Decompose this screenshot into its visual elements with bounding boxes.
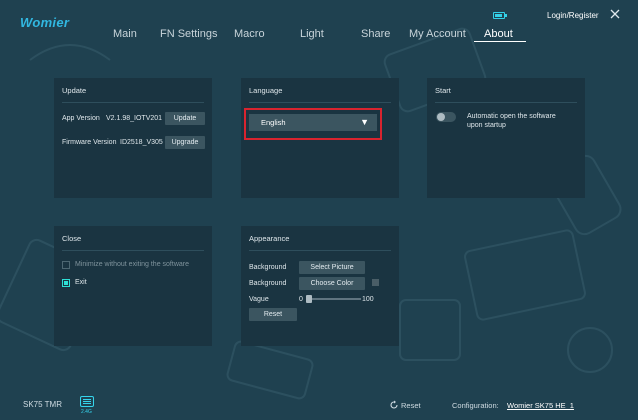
auto-open-label-line1: Automatic open the software (467, 113, 556, 120)
start-panel: Start Automatic open the software upon s… (427, 78, 585, 198)
language-title: Language (249, 86, 283, 95)
appearance-panel: Appearance Background Select Picture Bac… (241, 226, 399, 346)
auto-open-label-line2: upon startup (467, 122, 506, 129)
vague-max: 100 (362, 296, 374, 303)
tab-fn-settings[interactable]: FN Settings (160, 28, 217, 40)
divider (62, 102, 204, 103)
footer: SK75 TMR 2.4G Reset Configuration: Womie… (0, 390, 638, 420)
configuration-label: Configuration: (452, 401, 499, 410)
reset-link[interactable]: Reset (401, 401, 421, 410)
background-color-label: Background (249, 280, 287, 287)
app-version-label: App Version (62, 115, 100, 122)
select-picture-button[interactable]: Select Picture (299, 261, 365, 274)
minimize-label: Minimize without exiting the software (75, 261, 189, 268)
vague-label: Vague (249, 296, 269, 303)
divider (62, 250, 204, 251)
upgrade-button[interactable]: Upgrade (165, 136, 205, 149)
update-button[interactable]: Update (165, 112, 205, 125)
vague-slider-handle[interactable] (306, 295, 312, 303)
login-register-link[interactable]: Login/Register (547, 11, 599, 20)
auto-open-toggle[interactable] (436, 112, 456, 122)
vague-slider[interactable] (306, 298, 361, 300)
tab-about[interactable]: About (484, 28, 513, 40)
close-icon[interactable] (609, 8, 621, 20)
choose-color-button[interactable]: Choose Color (299, 277, 365, 290)
close-title: Close (62, 234, 82, 243)
exit-label: Exit (75, 279, 87, 286)
tab-light[interactable]: Light (300, 28, 324, 40)
connection-badge: 2.4G (81, 409, 92, 415)
divider (249, 250, 391, 251)
configuration-value[interactable]: Womier SK75 HE_1 (507, 401, 574, 410)
background-label: Background (249, 264, 287, 271)
header: Womier Main FN Settings Macro Light Shar… (0, 0, 638, 46)
appearance-title: Appearance (249, 234, 290, 243)
tab-macro[interactable]: Macro (234, 28, 265, 40)
active-tab-indicator (474, 41, 526, 42)
caret-down-icon: ▼ (360, 117, 369, 127)
close-panel: Close Minimize without exiting the softw… (54, 226, 212, 346)
firmware-version-label: Firmware Version (62, 139, 117, 146)
reset-icon[interactable] (389, 400, 399, 410)
language-selected-value: English (261, 118, 286, 127)
background-decoration (0, 0, 638, 420)
divider (249, 102, 391, 103)
womier-logo: Womier (20, 15, 70, 30)
update-panel: Update App Version V2.1.98_IOTV201 Updat… (54, 78, 212, 198)
start-title: Start (435, 86, 451, 95)
language-select[interactable]: English ▼ (249, 114, 377, 131)
update-title: Update (62, 86, 87, 95)
exit-checkbox[interactable] (62, 279, 70, 287)
minimize-checkbox[interactable] (62, 261, 70, 269)
tab-my-account[interactable]: My Account (409, 28, 466, 40)
reset-appearance-button[interactable]: Reset (249, 308, 297, 321)
tab-main[interactable]: Main (113, 28, 137, 40)
color-swatch[interactable] (372, 279, 379, 286)
divider (435, 102, 577, 103)
keyboard-icon[interactable] (80, 396, 94, 407)
tab-share[interactable]: Share (361, 28, 390, 40)
app-version-value: V2.1.98_IOTV201 (106, 115, 163, 122)
device-name: SK75 TMR (23, 400, 62, 409)
firmware-version-value: ID2518_V305 (120, 139, 163, 146)
vague-min: 0 (299, 296, 303, 303)
battery-icon (493, 12, 507, 19)
